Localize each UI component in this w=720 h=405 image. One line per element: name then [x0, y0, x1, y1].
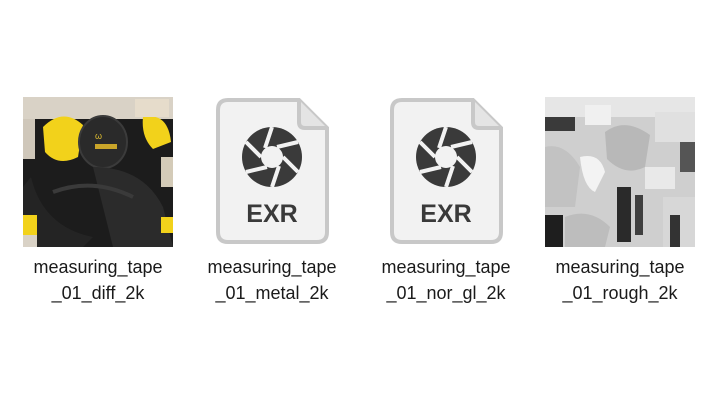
file-name-line-1: measuring_tape	[381, 257, 511, 277]
file-grid: ω measuring_tape _01_diff_2k EXR measuri…	[0, 0, 720, 405]
file-name-line-2: _01_rough_2k	[562, 283, 678, 303]
file-name-line-1: measuring_tape	[33, 257, 163, 277]
file-name-line-2: _01_diff_2k	[51, 283, 145, 303]
svg-text:ω: ω	[95, 131, 102, 141]
file-item-diff[interactable]: ω measuring_tape _01_diff_2k	[13, 97, 183, 312]
file-name-label: measuring_tape _01_nor_gl_2k	[361, 254, 531, 306]
file-item-rough[interactable]: measuring_tape _01_rough_2k	[535, 97, 705, 312]
camera-aperture-icon	[242, 126, 302, 188]
diff-texture-thumbnail[interactable]: ω	[23, 97, 173, 247]
file-name-label: measuring_tape _01_metal_2k	[187, 254, 357, 306]
rough-texture-thumbnail[interactable]	[545, 97, 695, 247]
camera-aperture-icon	[416, 126, 476, 188]
file-item-metal[interactable]: EXR measuring_tape _01_metal_2k	[187, 97, 357, 312]
file-name-label: measuring_tape _01_rough_2k	[535, 254, 705, 306]
exr-file-icon[interactable]: EXR	[197, 97, 347, 247]
file-name-line-2: _01_nor_gl_2k	[386, 283, 506, 303]
file-name-label: measuring_tape _01_diff_2k	[13, 254, 183, 306]
exr-file-icon[interactable]: EXR	[371, 97, 521, 247]
file-item-nor-gl[interactable]: EXR measuring_tape _01_nor_gl_2k	[361, 97, 531, 312]
exr-badge-text: EXR	[420, 200, 471, 228]
exr-badge-text: EXR	[246, 200, 297, 228]
file-name-line-1: measuring_tape	[555, 257, 685, 277]
file-name-line-1: measuring_tape	[207, 257, 337, 277]
file-name-line-2: _01_metal_2k	[215, 283, 329, 303]
